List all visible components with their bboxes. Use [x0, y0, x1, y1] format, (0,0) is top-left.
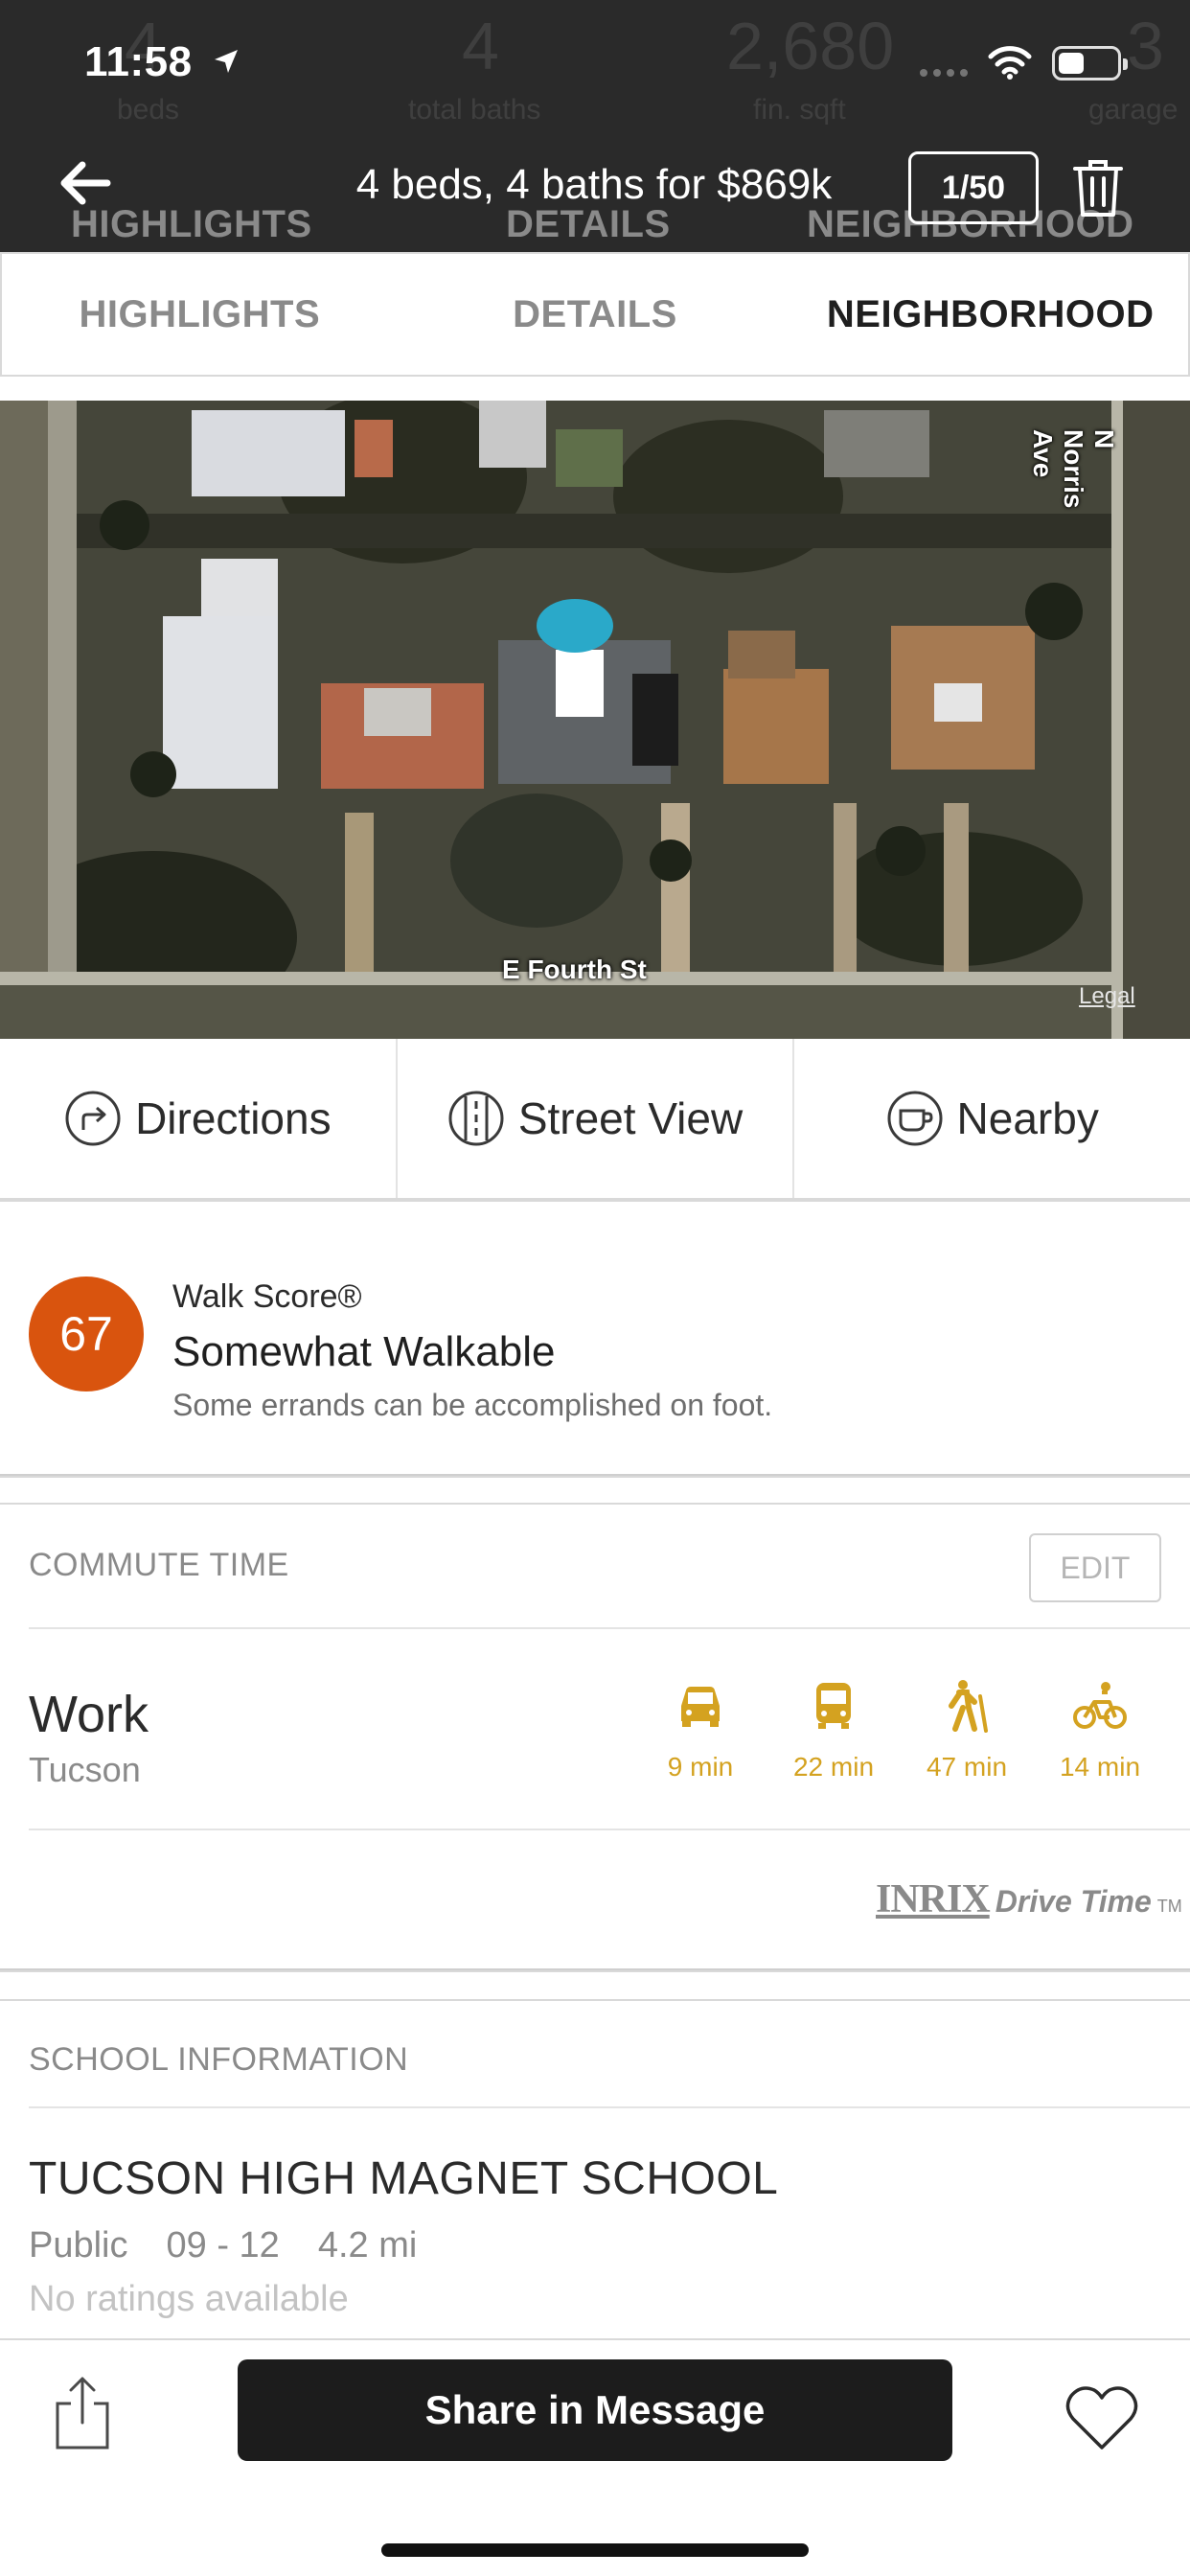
map-legal-link[interactable]: Legal — [1079, 983, 1135, 1010]
share-icon[interactable] — [52, 2375, 113, 2451]
school-meta: Public 09 - 12 4.2 mi — [29, 2225, 417, 2266]
bg-beds-label: beds — [117, 94, 180, 126]
bg-sqft-label: fin. sqft — [753, 94, 846, 126]
divider — [0, 1970, 1190, 1997]
directions-button[interactable]: Directions — [0, 1039, 398, 1198]
signal-icon — [920, 69, 968, 77]
directions-label: Directions — [135, 1093, 332, 1143]
walk-score-label: Walk Score® — [172, 1278, 362, 1315]
divider — [29, 2106, 1190, 2108]
school-section: SCHOOL INFORMATION TUCSON HIGH MAGNET SC… — [0, 1999, 1190, 2338]
share-in-message-button[interactable]: Share in Message — [238, 2359, 952, 2461]
heart-icon[interactable] — [1065, 2384, 1138, 2451]
street-view-button[interactable]: Street View — [398, 1039, 795, 1198]
tab-highlights[interactable]: HIGHLIGHTS — [2, 254, 398, 375]
bg-sqft-value: 2,680 — [726, 9, 895, 83]
nearby-button[interactable]: Nearby — [794, 1039, 1190, 1198]
car-icon — [681, 1687, 720, 1727]
school-type: Public — [29, 2225, 128, 2266]
bg-garage-label: garage — [1088, 94, 1179, 126]
coffee-cup-icon — [887, 1091, 943, 1146]
commute-mode-bus[interactable]: 22 min — [776, 1677, 891, 1782]
divider — [0, 1200, 1190, 1227]
commute-mode-car[interactable]: 9 min — [643, 1677, 758, 1782]
drive-time-label: Drive Time — [995, 1884, 1152, 1919]
divider — [0, 1476, 1190, 1503]
street-label-e-fourth: E Fourth St — [502, 954, 647, 984]
top-header: 4 beds 4 total baths 2,680 fin. sqft 3 g… — [0, 0, 1190, 252]
walking-icon — [949, 1680, 988, 1733]
directions-icon — [65, 1091, 121, 1146]
bus-time: 22 min — [792, 1752, 875, 1782]
school-rating: No ratings available — [29, 2279, 349, 2319]
commute-section: COMMUTE TIME EDIT Work Tucson 9 min 22 m… — [0, 1503, 1190, 1970]
bg-tab-details: DETAILS — [506, 203, 671, 245]
divider — [29, 1828, 1190, 1830]
walk-score-card[interactable]: 67 Walk Score® Somewhat Walkable Some er… — [0, 1229, 1190, 1476]
trademark-label: TM — [1156, 1897, 1182, 1916]
street-view-icon — [448, 1091, 504, 1146]
bike-time: 14 min — [1059, 1752, 1141, 1782]
school-grades: 09 - 12 — [166, 2225, 280, 2266]
bottom-toolbar: Share in Message — [0, 2338, 1190, 2576]
bicycle-icon — [1073, 1682, 1127, 1729]
school-title: SCHOOL INFORMATION — [29, 2041, 409, 2078]
satellite-map[interactable]: E Fourth St N Norris Ave Legal — [0, 401, 1190, 1039]
back-arrow-icon[interactable] — [56, 153, 115, 213]
walk-score-badge: 67 — [29, 1276, 144, 1392]
listing-counter[interactable]: 1/50 — [908, 151, 1039, 224]
commute-title: COMMUTE TIME — [29, 1547, 289, 1583]
nearby-label: Nearby — [956, 1093, 1099, 1143]
walk-time: 47 min — [926, 1752, 1008, 1782]
street-view-label: Street View — [517, 1093, 744, 1143]
satellite-image — [0, 401, 1190, 1039]
battery-icon — [1052, 46, 1128, 80]
tab-neighborhood[interactable]: NEIGHBORHOOD — [792, 254, 1188, 375]
page-title: 4 beds, 4 baths for $869k — [355, 161, 833, 208]
street-label-n-norris: N Norris Ave — [1028, 429, 1119, 509]
inrix-logo: INRIX — [876, 1877, 991, 1921]
bg-baths-value: 4 — [462, 9, 499, 83]
trash-icon[interactable] — [1071, 157, 1125, 218]
tab-details[interactable]: DETAILS — [398, 254, 793, 375]
commute-mode-bike[interactable]: 14 min — [1042, 1677, 1157, 1782]
location-arrow-icon — [215, 50, 238, 73]
status-time: 11:58 — [84, 38, 193, 85]
section-tabs: HIGHLIGHTS DETAILS NEIGHBORHOOD — [0, 252, 1190, 377]
home-indicator — [381, 2543, 809, 2557]
divider — [29, 1627, 1190, 1629]
commute-city: Tucson — [29, 1750, 141, 1789]
car-time: 9 min — [667, 1752, 734, 1782]
wifi-icon — [988, 46, 1032, 80]
school-name: TUCSON HIGH MAGNET SCHOOL — [29, 2153, 779, 2204]
school-distance: 4.2 mi — [317, 2225, 418, 2266]
commute-destination: Work — [29, 1686, 149, 1743]
edit-commute-button[interactable]: EDIT — [1029, 1533, 1161, 1602]
map-actions: Directions Street View Nearby — [0, 1039, 1190, 1200]
bg-garage-value: 3 — [1127, 9, 1164, 83]
inrix-drive-time-logo: INRIX Drive Time TM — [876, 1876, 1182, 1922]
walk-score-description: Somewhat Walkable — [172, 1328, 556, 1375]
bus-icon — [816, 1683, 851, 1729]
commute-mode-walk[interactable]: 47 min — [909, 1677, 1024, 1782]
bg-baths-label: total baths — [408, 94, 541, 126]
walk-score-detail: Some errands can be accomplished on foot… — [172, 1388, 773, 1422]
